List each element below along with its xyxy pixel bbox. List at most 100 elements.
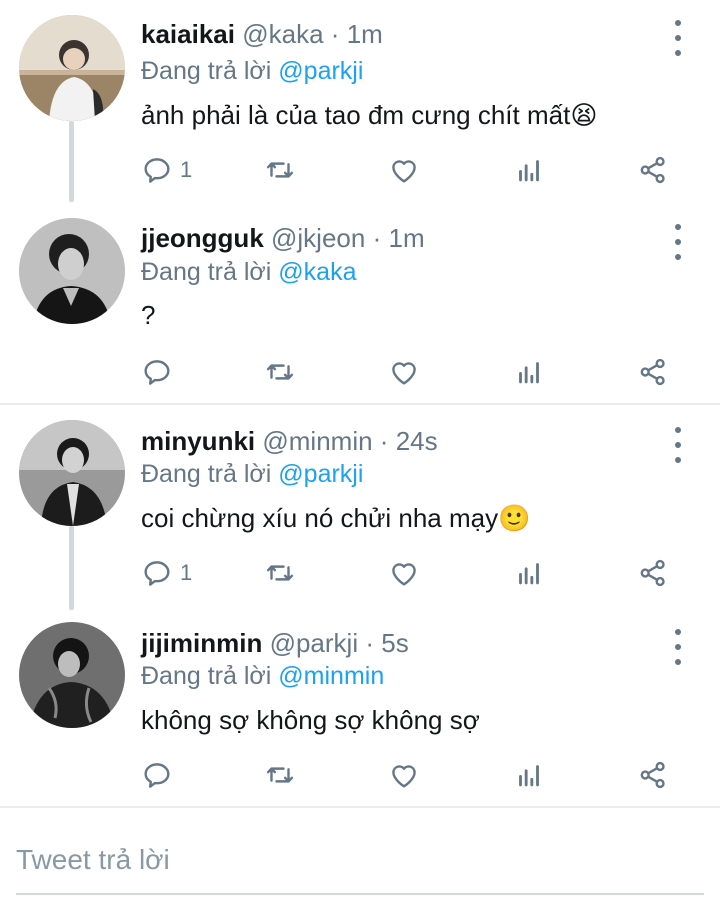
analytics-icon bbox=[519, 160, 539, 182]
username[interactable]: @kaka bbox=[242, 19, 323, 49]
mention-link[interactable]: @parkji bbox=[278, 460, 363, 488]
retweet-button[interactable] bbox=[263, 150, 297, 190]
tweet[interactable]: jjeongguk @jkjeon · 1m Đang trả lời @kak… bbox=[0, 202, 720, 404]
separator: · bbox=[372, 223, 382, 253]
analytics-icon bbox=[519, 563, 539, 585]
username[interactable]: @jkjeon bbox=[271, 223, 365, 253]
tweet-header: kaiaikai @kaka · 1m bbox=[141, 18, 383, 50]
share-button[interactable] bbox=[636, 755, 670, 795]
share-button[interactable] bbox=[636, 150, 670, 190]
heart-icon bbox=[392, 362, 416, 385]
username[interactable]: @parkji bbox=[270, 628, 359, 658]
reply-input-underline bbox=[16, 893, 704, 895]
reply-icon bbox=[144, 360, 170, 385]
replying-prefix: Đang trả lời bbox=[141, 57, 272, 85]
tweet[interactable]: minyunki @minmin · 24s Đang trả lời @par… bbox=[0, 405, 720, 610]
tweet-text-content: ảnh phải là của tao đm cưng chít mất bbox=[141, 100, 571, 130]
share-button[interactable] bbox=[636, 352, 670, 392]
retweet-icon bbox=[266, 565, 294, 581]
avatar[interactable] bbox=[19, 218, 125, 324]
more-vertical-icon bbox=[675, 20, 681, 26]
display-name[interactable]: kaiaikai bbox=[141, 19, 235, 49]
reply-count: 1 bbox=[180, 157, 193, 182]
more-options-button[interactable] bbox=[670, 20, 686, 56]
avatar[interactable] bbox=[19, 15, 125, 121]
reply-button[interactable]: 1 bbox=[140, 553, 192, 593]
retweet-icon bbox=[266, 767, 294, 783]
emoji: 🙂 bbox=[498, 504, 531, 534]
replying-prefix: Đang trả lời bbox=[141, 258, 272, 286]
reply-composer bbox=[0, 810, 720, 911]
display-name[interactable]: minyunki bbox=[141, 426, 255, 456]
avatar-photo-icon bbox=[19, 420, 125, 526]
like-button[interactable] bbox=[387, 755, 421, 795]
emoji: 😫 bbox=[570, 101, 598, 131]
mention-link[interactable]: @parkji bbox=[278, 57, 363, 85]
retweet-button[interactable] bbox=[263, 352, 297, 392]
display-name[interactable]: jjeongguk bbox=[141, 223, 264, 253]
avatar[interactable] bbox=[19, 622, 125, 728]
more-vertical-icon bbox=[675, 629, 681, 635]
reply-input[interactable] bbox=[16, 835, 704, 885]
share-icon bbox=[640, 559, 665, 587]
separator: · bbox=[330, 19, 340, 49]
timestamp[interactable]: 5s bbox=[381, 628, 408, 658]
avatar[interactable] bbox=[19, 420, 125, 526]
mention-link[interactable]: @kaka bbox=[278, 258, 356, 286]
tweet-text: ảnh phải là của tao đm cưng chít mất😫 bbox=[141, 98, 597, 133]
timestamp[interactable]: 1m bbox=[388, 223, 424, 253]
analytics-button[interactable] bbox=[512, 553, 546, 593]
heart-icon bbox=[392, 160, 416, 183]
more-vertical-icon bbox=[675, 224, 681, 230]
mention-link[interactable]: @minmin bbox=[278, 662, 384, 690]
retweet-button[interactable] bbox=[263, 553, 297, 593]
reply-button[interactable] bbox=[140, 352, 180, 392]
username[interactable]: @minmin bbox=[262, 426, 372, 456]
retweet-button[interactable] bbox=[263, 755, 297, 795]
reply-count: 1 bbox=[180, 560, 193, 585]
tweet-actions: 1 bbox=[0, 553, 720, 593]
display-name[interactable]: jijiminmin bbox=[141, 628, 262, 658]
retweet-icon bbox=[266, 364, 294, 380]
replying-to: Đang trả lời @parkji bbox=[141, 55, 363, 87]
share-icon bbox=[640, 761, 665, 789]
avatar-photo-icon bbox=[19, 622, 125, 728]
share-icon bbox=[640, 358, 665, 386]
analytics-button[interactable] bbox=[512, 755, 546, 795]
more-vertical-icon bbox=[675, 427, 681, 433]
timestamp[interactable]: 24s bbox=[396, 426, 438, 456]
analytics-button[interactable] bbox=[512, 352, 546, 392]
like-button[interactable] bbox=[387, 352, 421, 392]
like-button[interactable] bbox=[387, 150, 421, 190]
tweet-actions bbox=[0, 755, 720, 795]
tweet-actions: 1 bbox=[0, 150, 720, 190]
tweet-text-content: không sợ không sợ không sợ bbox=[141, 705, 480, 735]
reply-button[interactable]: 1 bbox=[140, 150, 192, 190]
tweet-text-content: ? bbox=[141, 300, 156, 330]
replying-to: Đang trả lời @kaka bbox=[141, 256, 356, 288]
tweet[interactable]: jijiminmin @parkji · 5s Đang trả lời @mi… bbox=[0, 607, 720, 809]
tweet-text-content: coi chừng xíu nó chửi nha mạy bbox=[141, 503, 499, 533]
reply-button[interactable] bbox=[140, 755, 180, 795]
tweet[interactable]: kaiaikai @kaka · 1m Đang trả lời @parkji… bbox=[0, 0, 720, 202]
more-options-button[interactable] bbox=[670, 427, 686, 463]
replying-to: Đang trả lời @parkji bbox=[141, 458, 363, 490]
tweet-text: ? bbox=[141, 298, 155, 333]
share-button[interactable] bbox=[636, 553, 670, 593]
analytics-icon bbox=[519, 765, 539, 787]
timestamp[interactable]: 1m bbox=[347, 19, 383, 49]
tweet-text: coi chừng xíu nó chửi nha mạy🙂 bbox=[141, 501, 530, 536]
reply-box-divider bbox=[0, 806, 720, 808]
reply-icon bbox=[144, 561, 170, 586]
heart-icon bbox=[392, 563, 416, 586]
tweet-header: jijiminmin @parkji · 5s bbox=[141, 627, 409, 659]
separator: · bbox=[365, 628, 375, 658]
separator: · bbox=[379, 426, 389, 456]
share-icon bbox=[640, 156, 665, 184]
tweet-header: jjeongguk @jkjeon · 1m bbox=[141, 222, 425, 254]
more-options-button[interactable] bbox=[670, 224, 686, 260]
tweet-actions bbox=[0, 352, 720, 392]
like-button[interactable] bbox=[387, 553, 421, 593]
more-options-button[interactable] bbox=[670, 629, 686, 665]
analytics-button[interactable] bbox=[512, 150, 546, 190]
